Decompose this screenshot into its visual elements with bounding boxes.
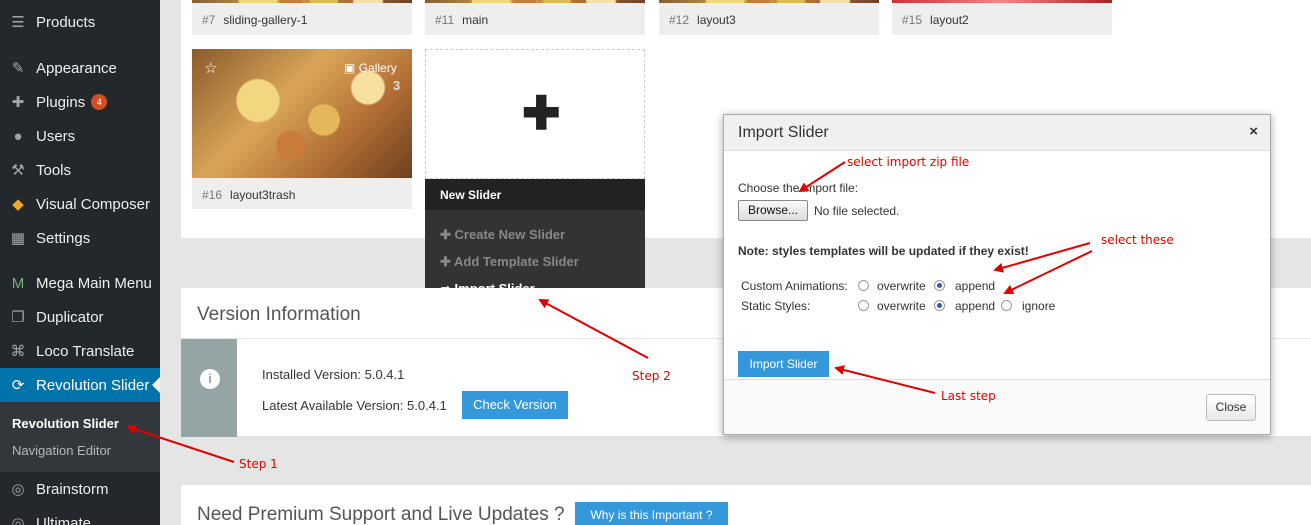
installed-version: Installed Version: 5.0.4.1	[262, 367, 405, 382]
brainstorm-icon: ◎	[11, 481, 25, 498]
menu-plugins[interactable]: ✚ Plugins 4	[0, 85, 160, 119]
translate-icon: ⌘	[10, 343, 26, 360]
slider-card[interactable]: ☆ ▣ Gallery 3 #16 layout3trash	[192, 49, 412, 209]
menu-products[interactable]: ☰ Products	[0, 5, 160, 39]
duplicator-icon: ❐	[11, 309, 25, 326]
new-slider-tile[interactable]: ✚	[425, 49, 645, 179]
new-slider-title: New Slider	[425, 179, 645, 210]
slider-thumbnail	[892, 0, 1112, 3]
close-icon[interactable]: ×	[1249, 123, 1258, 140]
choose-file-label: Choose the import file:	[738, 181, 859, 195]
admin-sidebar: ☰ Products ✎ Appearance ✚ Plugins 4 ● Users ⚒…	[0, 0, 160, 525]
products-icon: ☰	[11, 14, 25, 31]
slide-count: 3	[393, 78, 401, 93]
dialog-title: Import Slider	[738, 124, 829, 141]
custom-animations-overwrite-radio[interactable]	[858, 280, 869, 291]
menu-loco-translate[interactable]: ⌘ Loco Translate	[0, 334, 160, 368]
slider-thumbnail	[192, 0, 412, 3]
annotation-step-2: Step 2	[632, 369, 671, 383]
menu-ultimate[interactable]: ◎ Ultimate	[0, 506, 160, 525]
version-title: Version Information	[197, 304, 361, 325]
static-styles-label: Static Styles:	[741, 299, 811, 313]
image-icon: ▣	[344, 61, 356, 75]
menu-visual-composer[interactable]: ◆ Visual Composer	[0, 187, 160, 221]
annotation-select-zip: select import zip file	[847, 155, 970, 169]
user-icon: ●	[13, 127, 23, 145]
radio-label: append	[955, 299, 996, 313]
close-button[interactable]: Close	[1206, 394, 1256, 421]
menu-mega-main-menu[interactable]: M Mega Main Menu	[0, 266, 160, 300]
slider-id: #16	[202, 188, 223, 202]
revolution-slider-submenu: Revolution Slider Navigation Editor	[0, 402, 160, 472]
slider-thumbnail	[425, 0, 645, 3]
mega-menu-icon: M	[11, 274, 25, 292]
slider-id: #12	[669, 13, 690, 27]
slider-card[interactable]: #12 layout3	[659, 0, 879, 35]
create-new-slider-option[interactable]: ✚ Create New Slider	[440, 227, 565, 243]
slider-id: #11	[435, 13, 455, 27]
premium-support-panel: Need Premium Support and Live Updates ? …	[181, 485, 1311, 525]
slider-name: layout3	[697, 13, 736, 27]
browse-button[interactable]: Browse...	[738, 200, 808, 221]
import-slider-dialog: Import Slider × Choose the import file: …	[723, 114, 1271, 435]
static-styles-append-radio[interactable]	[934, 300, 945, 311]
slider-card[interactable]: #15 layout2	[892, 0, 1112, 35]
settings-icon: ▦	[10, 230, 26, 247]
latest-version: Latest Available Version: 5.0.4.1	[262, 398, 447, 413]
check-version-button[interactable]: Check Version	[462, 391, 568, 419]
submenu-navigation-editor[interactable]: Navigation Editor	[12, 443, 111, 458]
custom-animations-label: Custom Animations:	[741, 279, 848, 293]
plugin-icon: ✚	[11, 94, 25, 111]
slider-name: main	[462, 13, 489, 27]
visual-composer-icon: ◆	[12, 196, 24, 213]
slider-id: #15	[902, 13, 923, 27]
menu-users[interactable]: ● Users	[0, 119, 160, 153]
slider-card[interactable]: #7 sliding-gallery-1	[192, 0, 412, 35]
custom-animations-append-radio[interactable]	[934, 280, 945, 291]
submenu-revolution-slider[interactable]: Revolution Slider	[12, 416, 119, 431]
static-styles-overwrite-radio[interactable]	[858, 300, 869, 311]
menu-duplicator[interactable]: ❐ Duplicator	[0, 300, 160, 334]
add-template-slider-option[interactable]: ✚ Add Template Slider	[440, 254, 579, 270]
menu-appearance[interactable]: ✎ Appearance	[0, 51, 160, 85]
no-file-text: No file selected.	[814, 204, 900, 218]
star-icon[interactable]: ☆	[204, 59, 217, 77]
plus-icon: ✚	[522, 87, 561, 139]
plus-icon: ✚	[440, 254, 451, 269]
menu-settings[interactable]: ▦ Settings	[0, 221, 160, 255]
import-slider-button[interactable]: Import Slider	[738, 351, 829, 377]
slider-name: sliding-gallery-1	[223, 13, 308, 27]
paintbrush-icon: ✎	[11, 60, 25, 77]
static-styles-ignore-radio[interactable]	[1001, 300, 1012, 311]
wrench-icon: ⚒	[11, 162, 25, 179]
styles-note: Note: styles templates will be updated i…	[738, 244, 1029, 258]
slider-thumbnail	[659, 0, 879, 3]
plugins-update-badge: 4	[91, 94, 108, 110]
radio-label: overwrite	[877, 279, 926, 293]
slider-name: layout3trash	[230, 188, 296, 202]
plus-icon: ✚	[440, 227, 451, 242]
slider-name: layout2	[930, 13, 969, 27]
slider-type: Gallery	[358, 61, 397, 75]
ultimate-icon: ◎	[11, 515, 25, 525]
refresh-icon: ⟳	[11, 377, 25, 394]
radio-label: overwrite	[877, 299, 926, 313]
annotation-step-1: Step 1	[239, 457, 278, 471]
menu-revolution-slider[interactable]: ⟳ Revolution Slider	[0, 368, 160, 402]
annotation-select-these: select these	[1101, 233, 1174, 247]
slider-card[interactable]: #11 main	[425, 0, 645, 35]
radio-label: append	[955, 279, 996, 293]
menu-brainstorm[interactable]: ◎ Brainstorm	[0, 472, 160, 506]
menu-tools[interactable]: ⚒ Tools	[0, 153, 160, 187]
premium-title: Need Premium Support and Live Updates ?	[197, 504, 565, 525]
why-important-button[interactable]: Why is this Important ?	[575, 502, 728, 525]
radio-label: ignore	[1022, 299, 1056, 313]
annotation-last-step: Last step	[941, 389, 996, 403]
info-icon: i	[200, 369, 220, 389]
slider-id: #7	[202, 13, 216, 27]
